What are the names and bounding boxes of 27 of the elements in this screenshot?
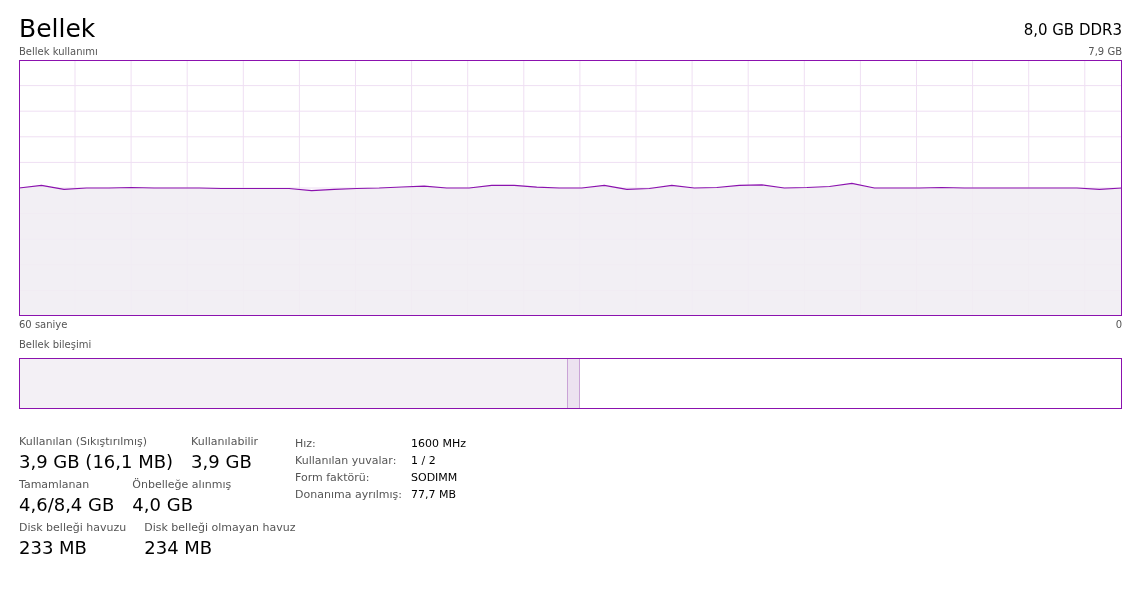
stat-value: 4,6/8,4 GB: [19, 494, 115, 515]
chart-max-label: 7,9 GB: [1088, 46, 1122, 59]
detail-label: Form faktörü:: [295, 471, 371, 484]
stat-label: Kullanılan (Sıkıştırılmış): [19, 435, 149, 448]
detail-label: Hız:: [295, 437, 317, 450]
stat-label: Disk belleği olmayan havuz: [144, 521, 296, 534]
stat-label: Kullanılabilir: [191, 435, 259, 448]
stat-label: Tamamlanan: [19, 478, 91, 491]
stat-value: 233 MB: [19, 537, 88, 558]
stat-value: 4,0 GB: [132, 494, 194, 515]
detail-label: Kullanılan yuvalar:: [295, 454, 398, 467]
memory-capacity: 8,0 GB DDR3: [1023, 21, 1122, 41]
detail-value: 1600 MHz: [411, 437, 467, 450]
chart-label: Bellek kullanımı: [19, 46, 98, 59]
stat-label: Önbelleğe alınmış: [132, 478, 232, 491]
detail-label: Donanıma ayrılmış:: [295, 488, 403, 501]
stat-value: 3,9 GB: [191, 451, 253, 472]
stat-label: Disk belleği havuzu: [19, 521, 127, 534]
time-start-label: 60 saniye: [19, 319, 68, 332]
stat-value: 234 MB: [144, 537, 214, 558]
composition-label: Bellek bileşimi: [19, 339, 92, 352]
detail-value: SODIMM: [411, 471, 459, 484]
stat-value: 3,9 GB (16,1 MB): [19, 451, 174, 472]
detail-value: 77,7 MB: [411, 488, 458, 501]
page-title: Bellek: [19, 14, 96, 43]
detail-value: 1 / 2: [411, 454, 437, 467]
time-end-label: 0: [1115, 319, 1122, 332]
